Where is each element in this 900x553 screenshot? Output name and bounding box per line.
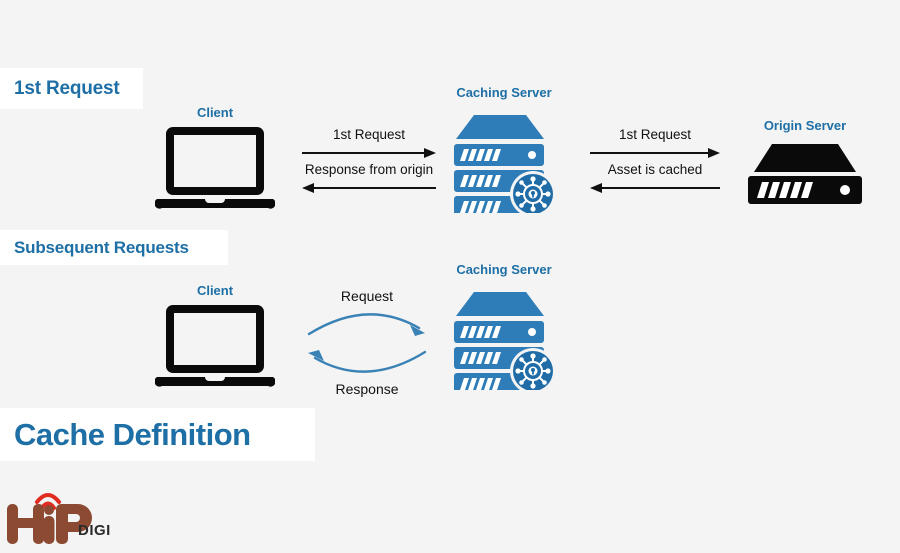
arrow-label-first-request-left: 1st Request [302,127,436,142]
caching-server-icon-row2 [452,290,556,395]
arrow-label-first-request-left-text: 1st Request [332,127,406,142]
section-header-subsequent-requests: Subsequent Requests [0,230,228,265]
arrow-label-first-request-right-text: 1st Request [618,127,692,142]
client-laptop-icon-row1 [154,125,276,218]
arrow-label-first-request-right: 1st Request [590,127,720,142]
curve-label-response-text: Response [335,381,399,397]
section-header-subsequent-requests-label: Subsequent Requests [14,237,189,257]
arrow-label-asset-is-cached-text: Asset is cached [607,162,703,177]
arrow-left-asset-cached-row1 [590,181,720,199]
page-title-text: Cache Definition [14,416,251,452]
origin-server-label: Origin Server [745,118,865,133]
caching-server-label-row1-text: Caching Server [456,85,552,100]
arrow-left-response-row1 [302,181,436,199]
origin-server-label-text: Origin Server [763,118,847,133]
arrow-label-response-from-origin-text: Response from origin [304,162,434,177]
client-laptop-icon-row2 [154,303,276,396]
client-label-row1-text: Client [196,105,234,120]
caching-server-label-row2-text: Caching Server [456,262,552,277]
curve-label-request: Request [303,288,431,304]
curved-arrow-pair [303,306,431,387]
client-label-row1: Client [155,105,275,120]
origin-server-icon [746,142,864,209]
curve-label-response: Response [303,381,431,397]
arrow-label-response-from-origin: Response from origin [302,162,436,177]
diagram-canvas: 1st Request Client 1st Request Response … [0,0,900,550]
section-header-first-request-label: 1st Request [14,77,120,99]
section-header-first-request: 1st Request [0,68,143,109]
client-label-row2: Client [155,283,275,298]
arrow-label-asset-is-cached: Asset is cached [590,162,720,177]
curve-label-request-text: Request [340,288,394,304]
page-title: Cache Definition [0,408,315,461]
caching-server-icon-row1 [452,113,556,218]
brand-logo[interactable]: DIGI [4,482,126,548]
caching-server-label-row1: Caching Server [450,85,558,100]
brand-logo-sub-text: DIGI [78,522,111,539]
client-label-row2-text: Client [196,283,234,298]
caching-server-label-row2: Caching Server [450,262,558,277]
